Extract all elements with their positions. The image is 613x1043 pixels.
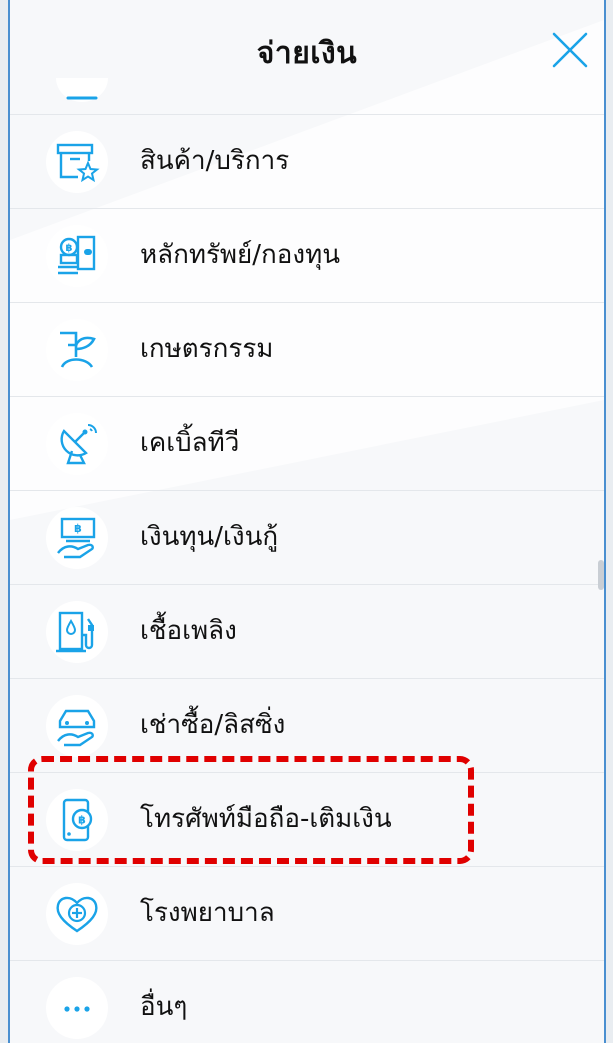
list-item-label: โทรศัพท์มือถือ-เติมเงิน (140, 804, 392, 834)
list-item-label: อื่นๆ (140, 992, 188, 1022)
page-title: จ่ายเงิน (256, 36, 358, 71)
svg-text:฿: ฿ (74, 522, 82, 535)
list-item-cable-tv[interactable]: เคเบิ้ลทีวี (10, 396, 604, 490)
shop-star-icon (56, 143, 100, 183)
scrolled-item-icon (54, 78, 110, 104)
list-item-label: สินค้า/บริการ (140, 146, 290, 176)
list-item-label: เช่าซื้อ/ลิสซิ่ง (140, 710, 286, 740)
list-item-loan[interactable]: ฿ เงินทุน/เงินกู้ (10, 490, 604, 584)
list-item-label: โรงพยาบาล (140, 898, 275, 928)
payment-category-panel: จ่ายเงิน สินค้า/บริการ ฿ หลักทรัพย์/กองท… (8, 0, 606, 1043)
list-item-fuel[interactable]: เชื้อเพลิง (10, 584, 604, 678)
list-item-agriculture[interactable]: เกษตรกรรม (10, 302, 604, 396)
car-hand-icon (57, 709, 96, 747)
list-item-mobile-topup[interactable]: ฿ โทรศัพท์มือถือ-เติมเงิน (10, 772, 604, 866)
list-item-label: เกษตรกรรม (140, 334, 274, 364)
list-item-label: เคเบิ้ลทีวี (140, 428, 240, 458)
fuel-pump-icon (56, 611, 94, 653)
header: จ่ายเงิน (10, 0, 604, 108)
scroll-indicator (598, 560, 604, 590)
category-list: สินค้า/บริการ ฿ หลักทรัพย์/กองทุน เกษตรก… (10, 114, 604, 1043)
list-item-leasing[interactable]: เช่าซื้อ/ลิสซิ่ง (10, 678, 604, 772)
svg-text:฿: ฿ (78, 814, 86, 827)
securities-icon: ฿ (58, 235, 96, 275)
list-item-label: เชื้อเพลิง (140, 616, 237, 646)
close-button[interactable] (550, 30, 590, 70)
list-item-label: เงินทุน/เงินกู้ (140, 522, 279, 552)
mobile-topup-icon: ฿ (62, 798, 93, 842)
plant-icon (60, 331, 96, 368)
close-icon (552, 32, 588, 68)
list-item-label: หลักทรัพย์/กองทุน (140, 240, 341, 270)
loan-hand-icon: ฿ (57, 517, 96, 559)
list-item-hospital[interactable]: โรงพยาบาล (10, 866, 604, 960)
satellite-dish-icon (60, 424, 97, 465)
list-item-securities[interactable]: ฿ หลักทรัพย์/กองทุน (10, 208, 604, 302)
heart-plus-icon (56, 896, 98, 933)
svg-text:฿: ฿ (66, 243, 73, 254)
more-dots-icon (64, 1006, 90, 1012)
list-item-shop[interactable]: สินค้า/บริการ (10, 114, 604, 208)
list-item-others[interactable]: อื่นๆ (10, 960, 604, 1043)
